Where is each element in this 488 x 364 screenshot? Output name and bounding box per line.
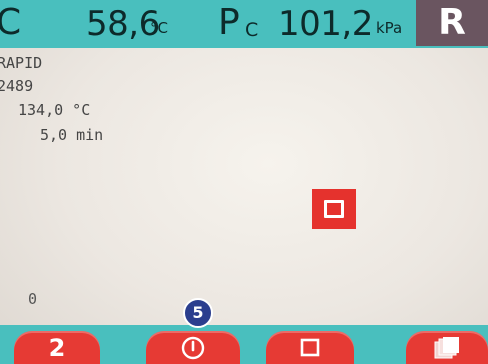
stop-indicator-inner (324, 200, 344, 218)
chamber-pressure-value: 101,2 (278, 4, 373, 44)
chamber-temperature-value: 58,6 (86, 4, 160, 44)
mode-badge: R (416, 0, 488, 46)
power-start-icon (181, 336, 205, 359)
start-button[interactable] (146, 331, 240, 364)
hold-time: 5,0 min (40, 126, 104, 144)
callout-marker: 5 (183, 298, 213, 328)
softkey-program-2-label: 2 (48, 333, 66, 362)
pressure-symbol: P (218, 2, 240, 43)
status-bar: C 58,6 °C P C 101,2 kPa R (0, 0, 488, 48)
temperature-symbol: C (0, 2, 22, 43)
sterilization-temperature: 134,0 °C (18, 101, 91, 119)
pressure-unit: kPa (376, 19, 403, 37)
cycle-counter: 0 (28, 290, 38, 308)
temperature-unit: °C (150, 19, 168, 37)
autoclave-screen: C 58,6 °C P C 101,2 kPa R RAPID 2489 134… (0, 0, 488, 364)
softkey-program-2-button[interactable]: 2 (14, 331, 100, 364)
documents-icon (434, 336, 459, 358)
stop-indicator-icon (312, 189, 356, 229)
program-number: 2489 (0, 77, 34, 95)
program-name: RAPID (0, 54, 43, 72)
stop-square-icon (300, 338, 320, 356)
pressure-symbol-subscript: C (245, 19, 259, 41)
documents-button[interactable] (406, 331, 488, 364)
stop-button[interactable] (266, 331, 354, 364)
